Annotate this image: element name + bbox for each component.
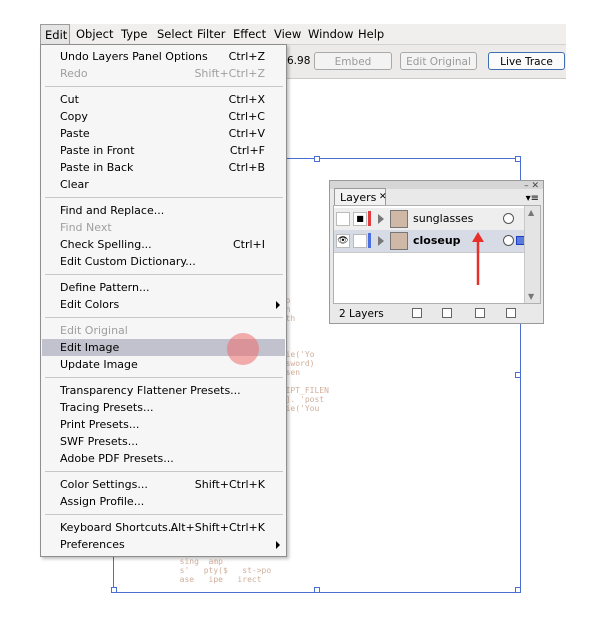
menu-item-keyboard-shortcuts[interactable]: Keyboard Shortcuts... Alt+Shift+Ctrl+K	[42, 519, 285, 536]
menu-item-edit-colors[interactable]: Edit Colors	[42, 296, 285, 313]
menu-item-print-presets[interactable]: Print Presets...	[42, 416, 285, 433]
layer-color-swatch	[368, 233, 371, 248]
menu-separator	[45, 86, 283, 87]
locate-object-icon[interactable]	[412, 308, 422, 318]
menu-bar: Edit Object Type Select Filter Effect Vi…	[40, 24, 566, 45]
menu-select[interactable]: Select	[157, 27, 192, 41]
bbox-handle[interactable]	[111, 587, 117, 593]
layers-panel-footer: 2 Layers	[330, 304, 543, 323]
menu-type[interactable]: Type	[121, 27, 147, 41]
layer-name[interactable]: closeup	[413, 234, 461, 247]
expand-triangle-icon[interactable]	[378, 214, 384, 224]
lock-toggle[interactable]	[353, 234, 367, 248]
menu-item-assign-profile[interactable]: Assign Profile...	[42, 493, 285, 510]
layers-panel: – ✕ Layers ✕ ▾≡ ■ sunglasses 👁 closeup ▲…	[329, 180, 544, 324]
menu-separator	[45, 317, 283, 318]
menu-separator	[45, 514, 283, 515]
menu-item-check-spelling[interactable]: Check Spelling... Ctrl+I	[42, 236, 285, 253]
layer-target-icon[interactable]	[503, 213, 514, 224]
layers-scrollbar[interactable]: ▲ ▼	[524, 206, 540, 303]
menu-separator	[45, 197, 283, 198]
control-value: 6.98	[287, 55, 311, 67]
scroll-up-icon[interactable]: ▲	[528, 208, 534, 217]
layers-list: ■ sunglasses 👁 closeup ▲ ▼	[333, 205, 541, 304]
layer-thumbnail	[390, 232, 408, 250]
expand-triangle-icon[interactable]	[378, 236, 384, 246]
edit-menu: Undo Layers Panel Options Ctrl+Z Redo Shif…	[40, 44, 287, 557]
menu-item-find-next: Find Next	[60, 221, 112, 234]
embed-button[interactable]: Embed	[314, 52, 392, 70]
menu-view[interactable]: View	[274, 27, 301, 41]
layer-count: 2 Layers	[339, 308, 384, 320]
menu-item-tracing-presets[interactable]: Tracing Presets...	[42, 399, 285, 416]
menu-item-preferences[interactable]: Preferences	[42, 536, 285, 553]
submenu-arrow-icon	[276, 301, 280, 309]
bbox-handle[interactable]	[314, 156, 320, 162]
layer-target-icon[interactable]	[503, 235, 514, 246]
menu-item-clear[interactable]: Clear	[42, 176, 285, 193]
panel-window-controls-icon[interactable]: – ✕	[524, 181, 539, 191]
menu-edit[interactable]: Edit	[40, 24, 70, 44]
layer-row[interactable]: 👁 closeup	[334, 230, 526, 253]
submenu-arrow-icon	[276, 541, 280, 549]
menu-separator	[45, 377, 283, 378]
lock-icon[interactable]: ■	[353, 212, 367, 226]
new-sublayer-icon[interactable]	[475, 308, 485, 318]
bbox-handle[interactable]	[515, 372, 521, 378]
menu-item-undo[interactable]: Undo Layers Panel Options Ctrl+Z	[42, 48, 285, 65]
menu-help[interactable]: Help	[358, 27, 384, 41]
menu-item-cut[interactable]: Cut Ctrl+X	[42, 91, 285, 108]
live-trace-button[interactable]: Live Trace	[488, 52, 565, 70]
eye-icon[interactable]: 👁	[336, 234, 350, 248]
visibility-toggle[interactable]	[336, 212, 350, 226]
bbox-handle[interactable]	[314, 587, 320, 593]
tab-close-icon[interactable]: ✕	[379, 192, 387, 202]
menu-effect[interactable]: Effect	[233, 27, 266, 41]
menu-separator	[45, 274, 283, 275]
layer-row[interactable]: ■ sunglasses	[334, 208, 526, 231]
click-indicator	[227, 333, 259, 365]
clipping-mask-icon[interactable]	[442, 308, 452, 318]
bbox-handle[interactable]	[515, 587, 521, 593]
menu-item-copy[interactable]: Copy Ctrl+C	[42, 108, 285, 125]
menu-item-paste-in-front[interactable]: Paste in Front Ctrl+F	[42, 142, 285, 159]
scroll-down-icon[interactable]: ▼	[528, 292, 534, 301]
layer-color-swatch	[368, 211, 371, 226]
menu-item-swf-presets[interactable]: SWF Presets...	[42, 433, 285, 450]
edit-original-button[interactable]: Edit Original	[400, 52, 477, 70]
menu-item-pdf-presets[interactable]: Adobe PDF Presets...	[42, 450, 285, 467]
annotation-arrow-icon	[472, 232, 484, 285]
menu-item-find-replace[interactable]: Find and Replace...	[42, 202, 285, 219]
menu-window[interactable]: Window	[308, 27, 353, 41]
menu-item-redo: Redo Shift+Ctrl+Z	[60, 67, 265, 80]
menu-item-paste[interactable]: Paste Ctrl+V	[42, 125, 285, 142]
menu-object[interactable]: Object	[76, 27, 113, 41]
tab-label: Layers	[340, 191, 377, 204]
menu-item-color-settings[interactable]: Color Settings... Shift+Ctrl+K	[42, 476, 285, 493]
trash-icon[interactable]	[506, 308, 516, 318]
layer-name[interactable]: sunglasses	[413, 212, 473, 225]
menu-separator	[45, 471, 283, 472]
tab-layers[interactable]: Layers ✕	[334, 188, 387, 205]
menu-filter[interactable]: Filter	[197, 27, 225, 41]
menu-item-flattener-presets[interactable]: Transparency Flattener Presets...	[42, 382, 285, 399]
menu-item-edit-dictionary[interactable]: Edit Custom Dictionary...	[42, 253, 285, 270]
menu-item-paste-in-back[interactable]: Paste in Back Ctrl+B	[42, 159, 285, 176]
bbox-handle[interactable]	[515, 156, 521, 162]
menu-item-define-pattern[interactable]: Define Pattern...	[42, 279, 285, 296]
panel-menu-icon[interactable]: ▾≡	[526, 193, 539, 204]
control-bar: 6.98 Embed Edit Original Live Trace	[287, 45, 566, 79]
layer-thumbnail	[390, 210, 408, 228]
